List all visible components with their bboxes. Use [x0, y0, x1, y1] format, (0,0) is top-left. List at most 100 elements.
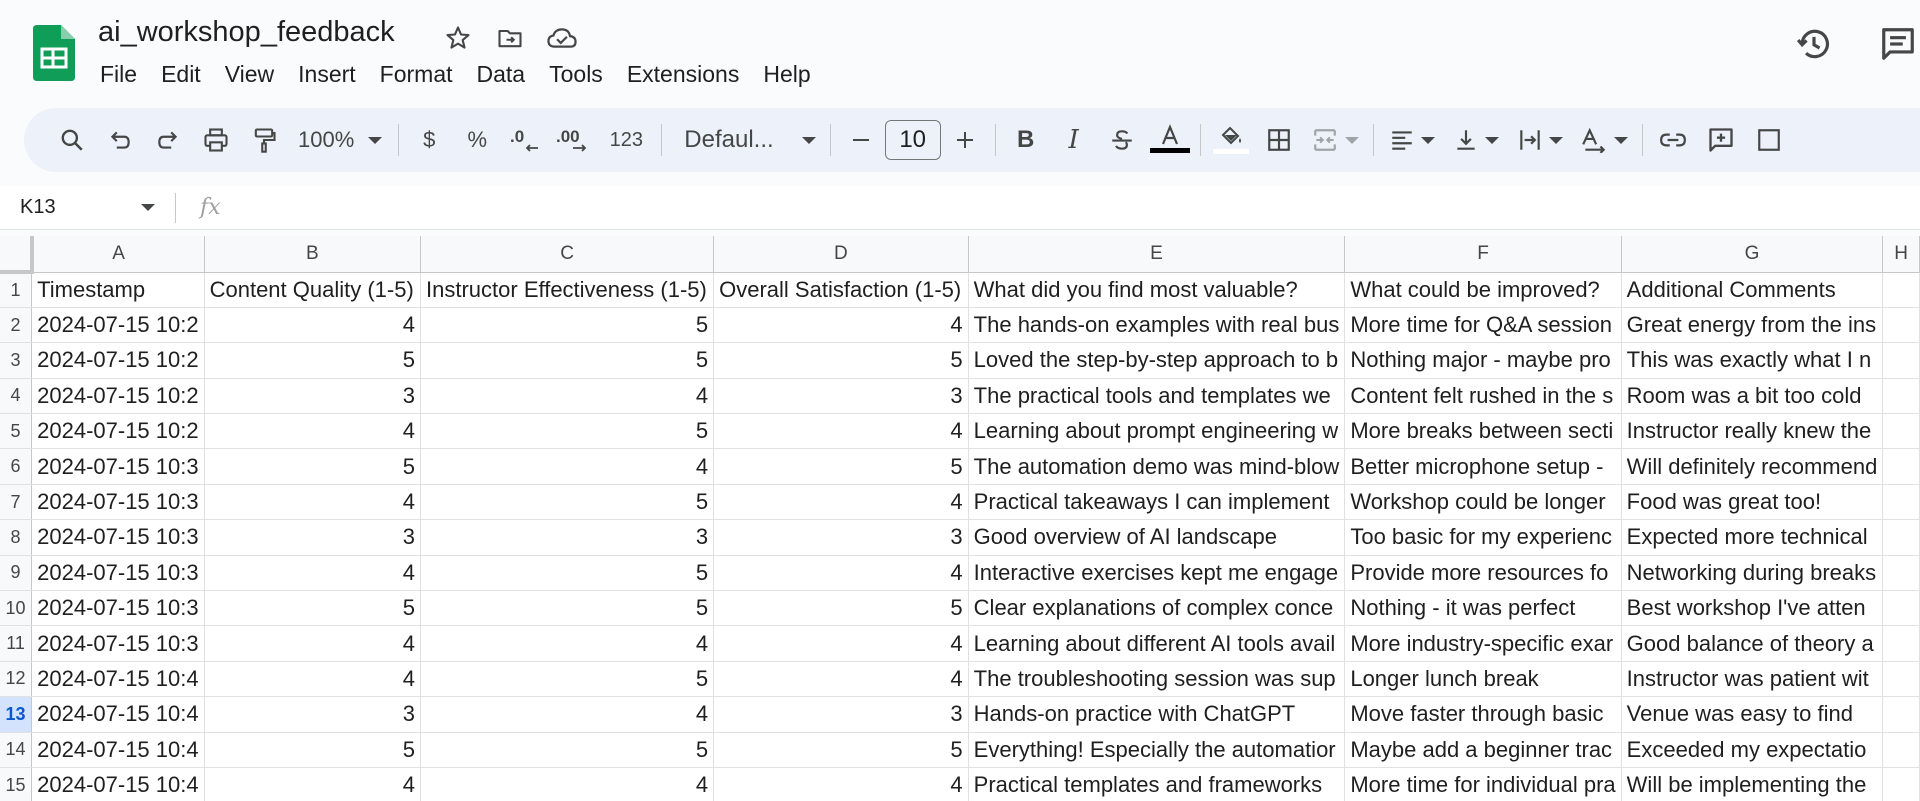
cell[interactable]	[1882, 484, 1920, 521]
menu-data[interactable]: Data	[465, 58, 538, 90]
cell[interactable]: 3	[420, 519, 715, 556]
increase-font-size-icon[interactable]	[941, 118, 989, 162]
font-family-select[interactable]: Defaul...	[668, 118, 823, 162]
cell[interactable]: More industry-specific exar	[1344, 625, 1622, 662]
cell[interactable]: Practical takeaways I can implement	[968, 484, 1346, 521]
cell[interactable]: 4	[713, 661, 969, 698]
cell[interactable]: Will be implementing the	[1621, 767, 1884, 801]
cell[interactable]: 4	[204, 767, 422, 801]
cell[interactable]: 5	[713, 590, 969, 627]
row-header[interactable]: 14	[0, 732, 33, 768]
row-header[interactable]: 4	[0, 378, 33, 415]
undo-icon[interactable]	[96, 118, 144, 162]
cell[interactable]: 2024-07-15 10:3	[31, 484, 205, 521]
cell[interactable]: 5	[204, 590, 422, 627]
increase-decimal-button[interactable]: .00	[549, 118, 597, 162]
cell[interactable]: Good overview of AI landscape	[968, 519, 1346, 556]
cell[interactable]: Loved the step-by-step approach to b	[968, 342, 1346, 379]
column-header-e[interactable]: E	[968, 236, 1346, 273]
column-header-f[interactable]: F	[1344, 236, 1622, 273]
cell[interactable]: 4	[204, 413, 422, 450]
cell[interactable]: Content felt rushed in the s	[1344, 378, 1622, 415]
spreadsheet-grid[interactable]: A B C D E F G H 1 Timestamp Content Qualit…	[0, 236, 1920, 801]
cell[interactable]: Best workshop I've atten	[1621, 590, 1884, 627]
cell[interactable]: Content Quality (1-5)	[204, 272, 422, 308]
menu-edit[interactable]: Edit	[149, 58, 213, 90]
cell[interactable]: Instructor was patient wit	[1621, 661, 1884, 698]
column-header-c[interactable]: C	[420, 236, 715, 273]
sheets-logo-icon[interactable]	[33, 25, 75, 81]
cell[interactable]: 2024-07-15 10:2	[31, 342, 205, 379]
cell[interactable]: The troubleshooting session was sup	[968, 661, 1346, 698]
row-header[interactable]: 1	[0, 272, 33, 308]
cell[interactable]	[1882, 696, 1920, 733]
row-header[interactable]: 2	[0, 307, 33, 344]
cell[interactable]: Nothing - it was perfect	[1344, 590, 1622, 627]
menu-help[interactable]: Help	[751, 58, 822, 90]
cell[interactable]: 3	[713, 696, 969, 733]
menu-extensions[interactable]: Extensions	[615, 58, 752, 90]
cell[interactable]: 4	[713, 625, 969, 662]
name-box[interactable]: K13	[0, 186, 175, 230]
menu-tools[interactable]: Tools	[537, 58, 615, 90]
cell[interactable]: 2024-07-15 10:4	[31, 661, 205, 698]
cell[interactable]: 4	[420, 767, 715, 801]
cell[interactable]: 5	[420, 307, 715, 344]
fill-color-icon[interactable]	[1207, 118, 1255, 162]
star-icon[interactable]	[440, 20, 476, 56]
cell[interactable]: Instructor really knew the	[1621, 413, 1884, 450]
cell[interactable]	[1882, 413, 1920, 450]
cell[interactable]: 4	[204, 484, 422, 521]
cell[interactable]: Expected more technical	[1621, 519, 1884, 556]
move-to-folder-icon[interactable]	[492, 20, 528, 56]
font-size-input[interactable]: 10	[884, 120, 941, 160]
print-icon[interactable]	[192, 118, 240, 162]
cell[interactable]: 4	[204, 555, 422, 592]
text-color-icon[interactable]	[1146, 118, 1194, 162]
cell[interactable]: Hands-on practice with ChatGPT	[968, 696, 1346, 733]
cell[interactable]: Interactive exercises kept me engage	[968, 555, 1346, 592]
paint-format-icon[interactable]	[240, 118, 288, 162]
search-menus-icon[interactable]	[48, 118, 96, 162]
cell[interactable]: 3	[713, 378, 969, 415]
row-header[interactable]: 13	[0, 696, 33, 733]
decrease-font-size-icon[interactable]	[837, 118, 885, 162]
row-header[interactable]: 7	[0, 484, 33, 521]
cell[interactable]	[1882, 590, 1920, 627]
cell[interactable]: 4	[713, 307, 969, 344]
menu-format[interactable]: Format	[368, 58, 465, 90]
column-header-g[interactable]: G	[1621, 236, 1884, 273]
cell[interactable]: 5	[713, 732, 969, 768]
cell[interactable]: 5	[420, 661, 715, 698]
cloud-saved-icon[interactable]	[544, 20, 580, 56]
cell[interactable]: 4	[713, 413, 969, 450]
cell[interactable]: Room was a bit too cold	[1621, 378, 1884, 415]
cell[interactable]: Networking during breaks	[1621, 555, 1884, 592]
cell[interactable]: Good balance of theory a	[1621, 625, 1884, 662]
cell[interactable]	[1882, 732, 1920, 768]
cell[interactable]: 2024-07-15 10:4	[31, 696, 205, 733]
cell[interactable]: 5	[420, 342, 715, 379]
bold-button[interactable]: B	[1002, 118, 1050, 162]
column-header-a[interactable]: A	[31, 236, 205, 273]
row-header[interactable]: 6	[0, 448, 33, 485]
cell[interactable]: More time for individual pra	[1344, 767, 1622, 801]
cell[interactable]: 4	[420, 696, 715, 733]
menu-view[interactable]: View	[213, 58, 286, 90]
cell[interactable]	[1882, 555, 1920, 592]
redo-icon[interactable]	[144, 118, 192, 162]
text-wrapping-icon[interactable]	[1508, 118, 1572, 162]
column-header-d[interactable]: D	[713, 236, 969, 273]
cell[interactable]: 2024-07-15 10:3	[31, 625, 205, 662]
cell[interactable]: The practical tools and templates we	[968, 378, 1346, 415]
cell[interactable]: 4	[420, 625, 715, 662]
cell[interactable]: What did you find most valuable?	[968, 272, 1346, 308]
cell[interactable]: 5	[420, 413, 715, 450]
cell[interactable]: 2024-07-15 10:3	[31, 555, 205, 592]
cell[interactable]: 5	[204, 448, 422, 485]
row-header[interactable]: 5	[0, 413, 33, 450]
cell[interactable]: More breaks between secti	[1344, 413, 1622, 450]
formula-input[interactable]	[221, 188, 1920, 228]
decrease-decimal-button[interactable]: .0	[501, 118, 549, 162]
cell[interactable]: 2024-07-15 10:3	[31, 590, 205, 627]
